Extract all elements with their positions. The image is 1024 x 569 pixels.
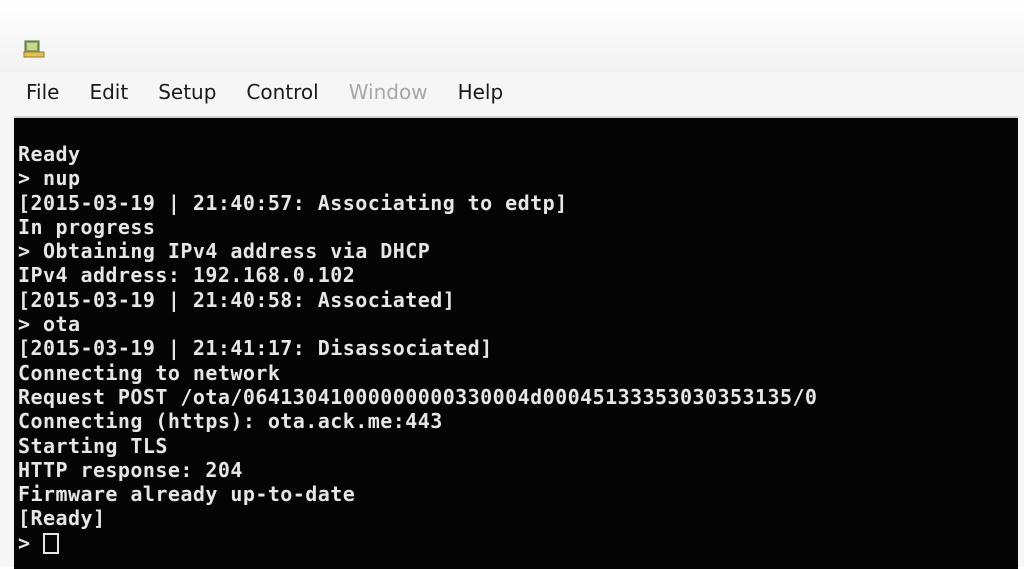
terminal-line: > Obtaining IPv4 address via DHCP [18, 239, 431, 264]
terminal-line: [Ready] [18, 506, 106, 531]
menu-edit[interactable]: Edit [81, 78, 136, 106]
terminal-window: File Edit Setup Control Window Help Read… [0, 0, 1024, 569]
menu-bar: File Edit Setup Control Window Help [0, 72, 1024, 112]
terminal-line: Connecting to network [18, 360, 281, 385]
terminal-line: > nup [18, 166, 81, 191]
menu-file[interactable]: File [18, 78, 67, 106]
terminal-output[interactable]: Ready > nup [2015-03-19 | 21:40:57: Asso… [14, 116, 1018, 569]
terminal-line: HTTP response: 204 [18, 457, 243, 482]
terminal-line: Firmware already up-to-date [18, 482, 356, 507]
menu-setup[interactable]: Setup [150, 78, 224, 106]
terminal-line: > ota [18, 312, 81, 337]
terminal-line: [2015-03-19 | 21:40:57: Associating to e… [18, 190, 568, 215]
terminal-line: [2015-03-19 | 21:41:17: Disassociated] [18, 336, 493, 361]
title-bar [0, 0, 1024, 72]
terminal-line: Starting TLS [18, 433, 168, 458]
menu-window[interactable]: Window [341, 78, 436, 106]
menu-control[interactable]: Control [238, 78, 326, 106]
terminal-prompt-line[interactable]: > [18, 531, 817, 555]
terminal-line: Connecting (https): ota.ack.me:443 [18, 409, 443, 434]
terminal-line: IPv4 address: 192.168.0.102 [18, 263, 356, 288]
terminal-line: In progress [18, 214, 156, 239]
terminal-line: [2015-03-19 | 21:40:58: Associated] [18, 287, 456, 312]
prompt-symbol: > [18, 530, 31, 555]
terminal-line: Request POST /ota/0641304100000000033000… [18, 384, 818, 409]
text-cursor [42, 533, 59, 555]
terminal-line: Ready [18, 142, 81, 166]
menu-help[interactable]: Help [450, 78, 512, 106]
terminal-lines: Ready > nup [2015-03-19 | 21:40:57: Asso… [18, 142, 817, 555]
app-icon[interactable] [22, 36, 46, 60]
